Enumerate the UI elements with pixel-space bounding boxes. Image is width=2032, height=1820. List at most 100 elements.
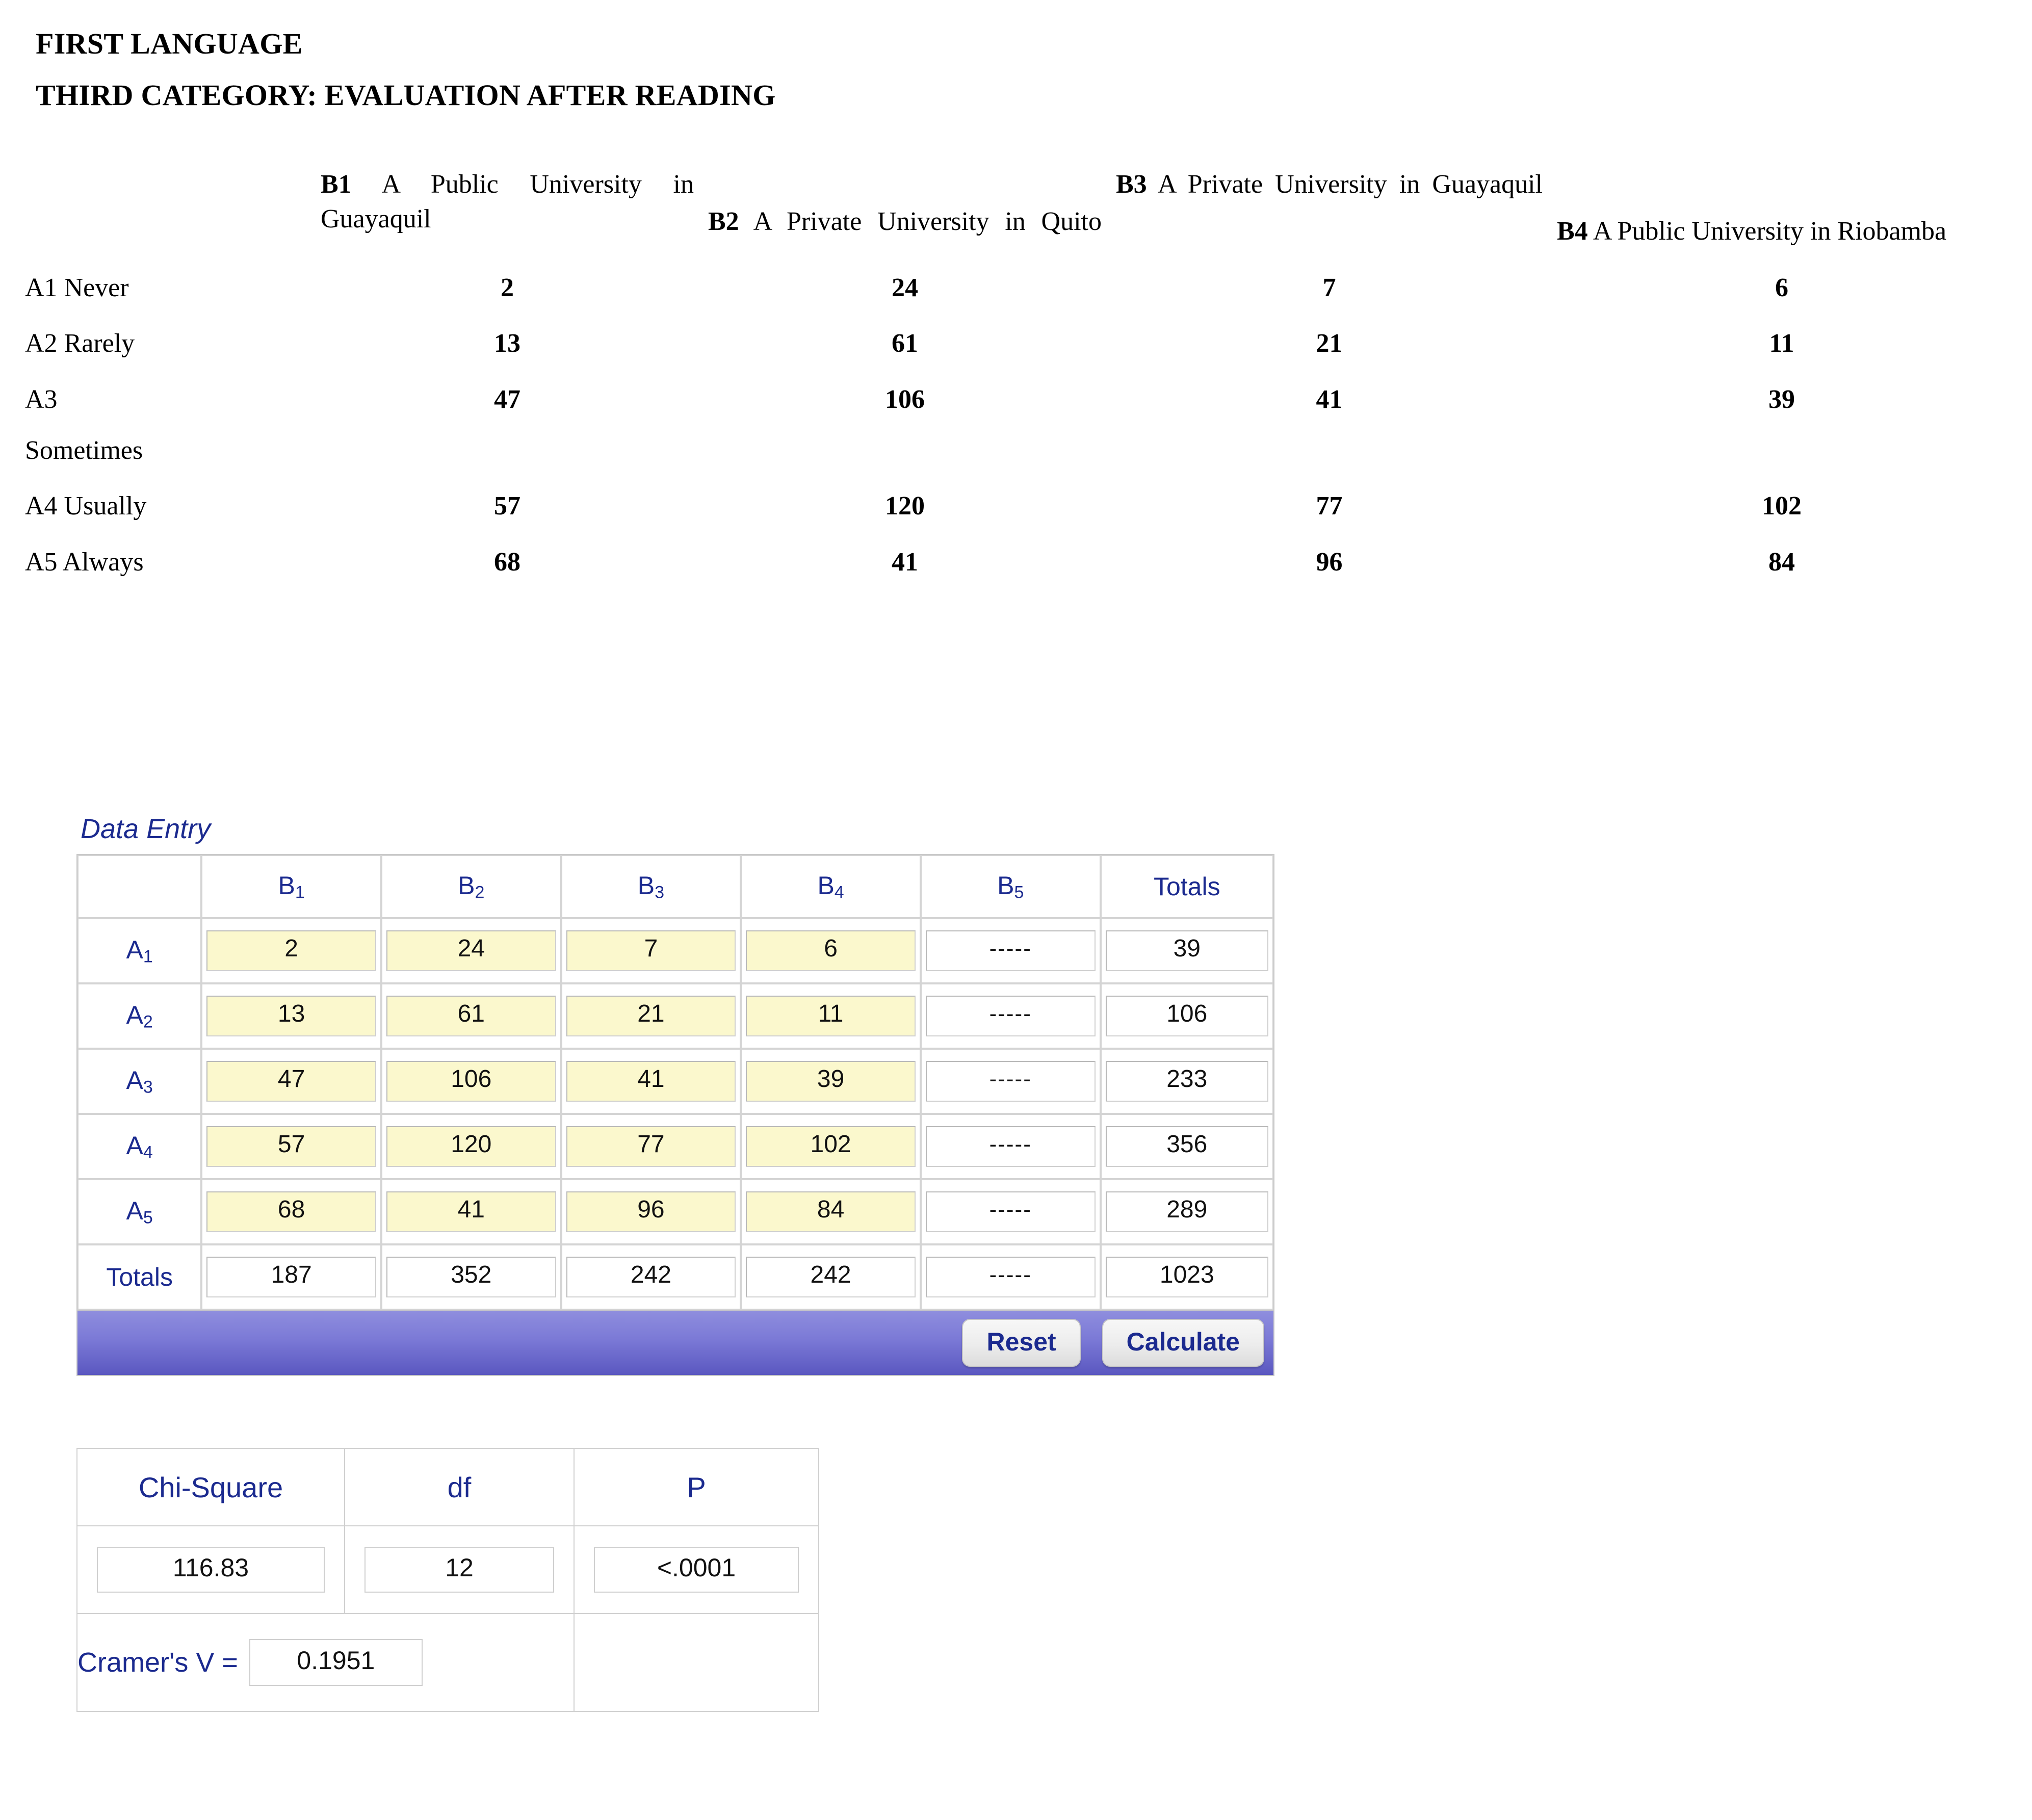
grid-total-b1-wrap: 187	[201, 1244, 381, 1310]
grid-cell-a1-b1-wrap: 2	[201, 918, 381, 983]
column-code-b1: B1	[321, 170, 352, 199]
grid-row-label-a5-sub: 5	[143, 1208, 153, 1227]
table-row: A2 Rarely 13 61 21 11	[18, 316, 2014, 372]
grid-cell-a5-b3-wrap: 96	[561, 1179, 741, 1244]
input-a5-b2[interactable]: 41	[386, 1191, 556, 1232]
column-code-b2: B2	[708, 207, 739, 236]
results-header-row: Chi-Square df P	[77, 1448, 819, 1526]
grid-cell-a4-b5-wrap: -----	[921, 1114, 1101, 1179]
input-a2-b4[interactable]: 11	[746, 996, 916, 1036]
input-a3-b5[interactable]: -----	[926, 1061, 1096, 1102]
grid-col-header-b5-sub: 5	[1014, 882, 1024, 902]
input-a5-b5[interactable]: -----	[926, 1191, 1096, 1232]
grid-total-b4-wrap: 242	[741, 1244, 921, 1310]
input-a3-b1[interactable]: 47	[206, 1061, 376, 1102]
results-header-chi-square: Chi-Square	[77, 1448, 345, 1526]
input-a5-b1[interactable]: 68	[206, 1191, 376, 1232]
input-a1-b1[interactable]: 2	[206, 930, 376, 971]
cell-a2-b1: 13	[314, 316, 701, 372]
grid-row-label-totals: Totals	[77, 1244, 201, 1310]
row-label-a3-line2: Sometimes	[25, 433, 306, 469]
input-a4-b1[interactable]: 57	[206, 1126, 376, 1167]
grand-total: 1023	[1106, 1257, 1268, 1297]
total-a5: 289	[1106, 1191, 1268, 1232]
row-label-a3: A3 Sometimes	[18, 372, 314, 478]
cell-a2-b2: 61	[701, 316, 1109, 372]
input-a2-b3[interactable]: 21	[566, 996, 736, 1036]
column-code-b4: B4	[1557, 217, 1588, 246]
input-a5-b3[interactable]: 96	[566, 1191, 736, 1232]
grid-cell-a1-total-wrap: 39	[1101, 918, 1273, 983]
total-b4: 242	[746, 1257, 916, 1297]
reset-button[interactable]: Reset	[962, 1319, 1080, 1367]
grid-row-label-a4-letter: A	[126, 1131, 143, 1160]
table-row: A5 Always 68 41 96 84	[18, 534, 2014, 590]
cramer-inline-group: Cramer's V = 0.1951	[77, 1639, 574, 1686]
grid-col-header-b2-letter: B	[458, 871, 475, 900]
grid-col-header-b3-sub: 3	[655, 882, 664, 902]
total-b2: 352	[386, 1257, 556, 1297]
input-a1-b2[interactable]: 24	[386, 930, 556, 971]
input-a2-b2[interactable]: 61	[386, 996, 556, 1036]
grid-col-header-b4-sub: 4	[835, 882, 844, 902]
grid-cell-a1-b4-wrap: 6	[741, 918, 921, 983]
cell-a4-b2: 120	[701, 478, 1109, 534]
input-a5-b4[interactable]: 84	[746, 1191, 916, 1232]
cell-a4-b4: 102	[1550, 478, 2014, 534]
total-a2: 106	[1106, 996, 1268, 1036]
grid-cell-a2-total-wrap: 106	[1101, 983, 1273, 1049]
grid-row-label-a2-sub: 2	[143, 1012, 153, 1031]
input-a2-b5[interactable]: -----	[926, 996, 1096, 1036]
academic-table-body: A1 Never 2 24 7 6 A2 Rarely 13 61 21 11 …	[18, 260, 2014, 611]
grid-row-label-a3-sub: 3	[143, 1077, 153, 1097]
grid-cell-a2-b2-wrap: 61	[381, 983, 561, 1049]
academic-results-table: B1 A Public University in Guayaquil B2 A…	[18, 163, 2014, 611]
grid-col-header-b4-letter: B	[817, 871, 834, 900]
results-panel: Chi-Square df P 116.83 12 <.0001 Cramer'…	[76, 1448, 819, 1712]
input-a1-b3[interactable]: 7	[566, 930, 736, 971]
grid-cell-a4-b2-wrap: 120	[381, 1114, 561, 1179]
input-a2-b1[interactable]: 13	[206, 996, 376, 1036]
grid-cell-a3-b3-wrap: 41	[561, 1049, 741, 1114]
input-a3-b4[interactable]: 39	[746, 1061, 916, 1102]
cell-a3-b2: 106	[701, 372, 1109, 478]
grid-col-header-b2-sub: 2	[475, 882, 484, 902]
grid-cell-a5-b1-wrap: 68	[201, 1179, 381, 1244]
results-table-body: 116.83 12 <.0001 Cramer's V = 0.1951	[77, 1526, 819, 1711]
input-a1-b5[interactable]: -----	[926, 930, 1096, 971]
input-a3-b2[interactable]: 106	[386, 1061, 556, 1102]
input-a4-b5[interactable]: -----	[926, 1126, 1096, 1167]
input-a1-b4[interactable]: 6	[746, 930, 916, 971]
results-header-p: P	[574, 1448, 819, 1526]
results-cell-p: <.0001	[574, 1526, 819, 1614]
grid-cell-a2-b5-wrap: -----	[921, 983, 1101, 1049]
grid-row-label-a3-letter: A	[126, 1066, 143, 1095]
calculate-button[interactable]: Calculate	[1102, 1319, 1264, 1367]
data-entry-widget: Data Entry B1 B2 B3 B4 B5 Totals A1 2 24…	[76, 813, 1274, 1376]
results-value-row: 116.83 12 <.0001	[77, 1526, 819, 1614]
grid-row-label-a5-letter: A	[126, 1197, 143, 1225]
grid-cell-a4-b1-wrap: 57	[201, 1114, 381, 1179]
input-a4-b3[interactable]: 77	[566, 1126, 736, 1167]
grid-cell-a3-b5-wrap: -----	[921, 1049, 1101, 1114]
cell-a4-b3: 77	[1109, 478, 1550, 534]
grid-row-label-a2: A2	[77, 983, 201, 1049]
academic-table-header-row: B1 A Public University in Guayaquil B2 A…	[18, 163, 2014, 260]
input-a4-b4[interactable]: 102	[746, 1126, 916, 1167]
grid-cell-a1-b3-wrap: 7	[561, 918, 741, 983]
data-entry-row-a5: A5 68 41 96 84 ----- 289	[77, 1179, 1273, 1244]
grid-row-label-a4-sub: 4	[143, 1142, 153, 1162]
data-entry-header-row: B1 B2 B3 B4 B5 Totals	[77, 855, 1273, 918]
grid-total-b2-wrap: 352	[381, 1244, 561, 1310]
grid-cell-a1-b2-wrap: 24	[381, 918, 561, 983]
cell-a1-b2: 24	[701, 260, 1109, 316]
cell-a3-b4: 39	[1550, 372, 2014, 478]
column-text-b1: A Public University in Guayaquil	[321, 170, 694, 233]
cramer-blank-cell	[574, 1614, 819, 1711]
cramer-row: Cramer's V = 0.1951	[77, 1614, 819, 1711]
header-corner-cell	[18, 163, 314, 260]
grid-cell-a5-b2-wrap: 41	[381, 1179, 561, 1244]
input-a4-b2[interactable]: 120	[386, 1126, 556, 1167]
cell-a1-b3: 7	[1109, 260, 1550, 316]
input-a3-b3[interactable]: 41	[566, 1061, 736, 1102]
